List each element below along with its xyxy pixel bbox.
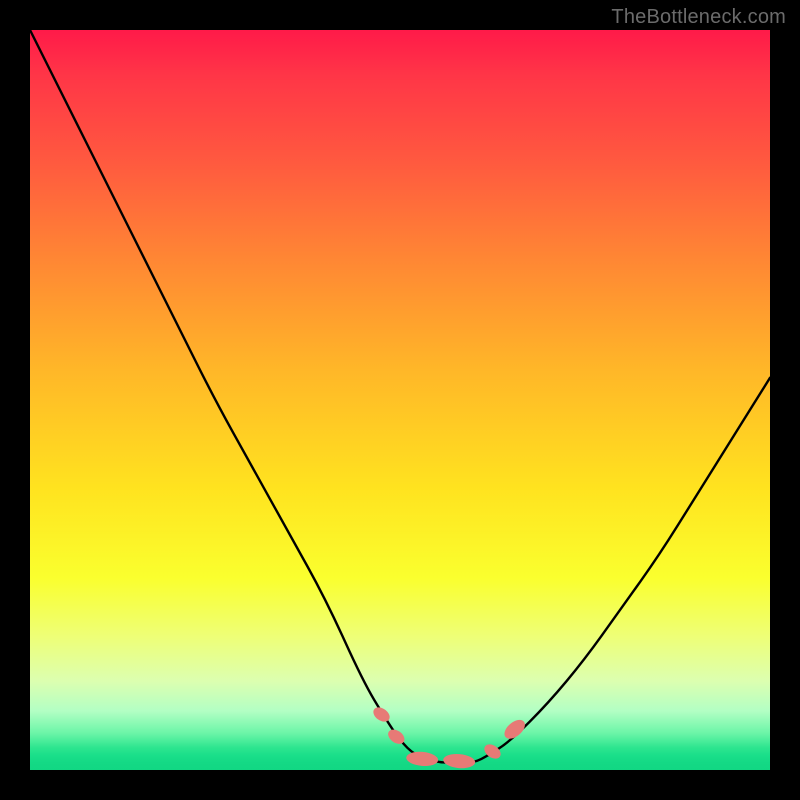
curve-markers [30,30,770,770]
plot-area [30,30,770,770]
curve-marker [443,753,476,770]
curve-marker [482,741,504,761]
curve-marker [406,751,439,768]
chart-frame: TheBottleneck.com [0,0,800,800]
curve-marker [501,716,528,742]
curve-marker [371,704,393,724]
watermark-text: TheBottleneck.com [611,6,786,29]
curve-marker [385,727,407,747]
